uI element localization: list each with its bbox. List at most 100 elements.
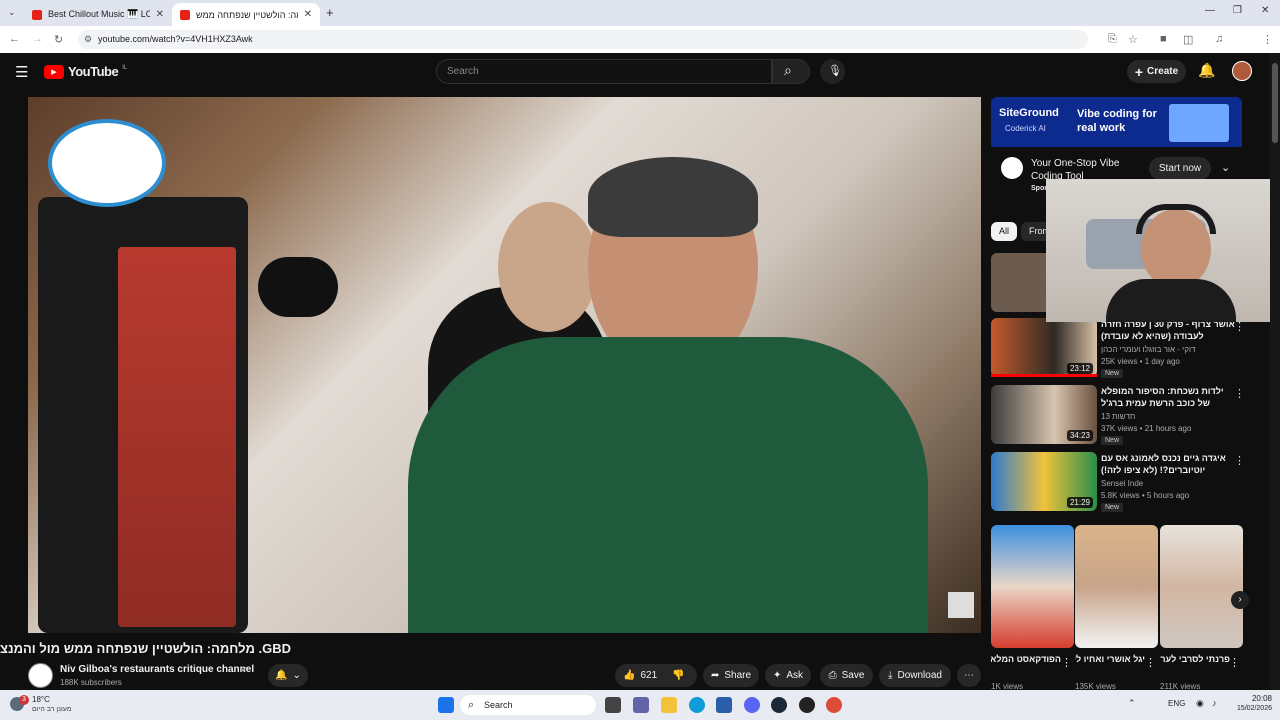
close-tab-icon[interactable]: ✕ <box>304 9 312 20</box>
black-glove <box>258 257 338 317</box>
voice-search-button[interactable]: 🎙 <box>820 59 845 84</box>
dislike-button[interactable]: 👎 <box>672 670 684 681</box>
ad-banner[interactable]: SiteGround Coderick AI Vibe coding for r… <box>991 97 1242 147</box>
volume-icon[interactable]: ♪ <box>1212 698 1217 708</box>
subscribe-bell-button[interactable]: 🔔 ⌄ <box>268 664 308 687</box>
headphones-icon <box>1136 204 1216 234</box>
ad-cta-label: Start now <box>1158 163 1202 174</box>
ad-image <box>1169 104 1229 142</box>
recommendation-item[interactable]: 34:23 ילדות נשכחת: הסיפור המופלא של כוכב… <box>991 385 1249 447</box>
short-title[interactable]: יגל אושרי ואחיו לירן אושרי <box>1075 654 1145 664</box>
clock-time[interactable]: 20:08 <box>1222 694 1272 703</box>
more-options-icon[interactable]: ⋮ <box>1234 454 1245 467</box>
recommendation-channel[interactable]: חדשות 13 <box>1101 412 1135 421</box>
recommendation-item[interactable]: 21:29 איגדה גיים נכנס לאמונג אס עם יוטיו… <box>991 452 1249 514</box>
chip-all[interactable]: All <box>991 222 1018 241</box>
download-icon: ⤓ <box>888 670 893 681</box>
hamburger-menu-icon[interactable]: ☰ <box>15 63 28 81</box>
channel-row: Niv Gilboa's restaurants critique channe… <box>28 661 981 691</box>
extension-icon[interactable]: ■ <box>1160 33 1167 45</box>
scrollbar-thumb[interactable] <box>1272 63 1278 143</box>
more-options-icon[interactable]: ⋮ <box>1145 656 1156 669</box>
chrome-icon[interactable] <box>826 697 842 713</box>
recommendation-item[interactable]: 23:12 אושר צרוף - פרק 30 | עפרה חזרה לעב… <box>991 318 1249 380</box>
bookmark-star-icon[interactable]: ☆ <box>1128 33 1138 46</box>
region-code: IL <box>122 64 128 71</box>
short-title[interactable]: פרנתי לסרבי לערוץ בשביל <box>1160 654 1230 664</box>
url-field[interactable]: ⚙ youtube.com/watch?v=4VH1HXZ3Awk <box>78 30 1088 49</box>
recommendation-thumbnail[interactable] <box>991 253 1046 312</box>
taskbar-search[interactable]: ⌕ Search <box>460 695 596 715</box>
more-options-icon[interactable]: ⋮ <box>1061 656 1072 669</box>
chevron-down-icon[interactable]: ⌄ <box>1221 161 1230 174</box>
app-icon[interactable] <box>799 697 815 713</box>
ask-button[interactable]: ✦ Ask <box>765 664 811 687</box>
video-player[interactable] <box>28 97 981 633</box>
recommendation-thumbnail[interactable]: 23:12 <box>991 318 1097 377</box>
recommendation-meta: 5.8K views • 5 hours ago <box>1101 491 1190 500</box>
shorts-next-button[interactable]: › <box>1231 591 1249 609</box>
edge-icon[interactable] <box>689 697 705 713</box>
search-input[interactable]: Search <box>436 59 772 84</box>
task-view-icon[interactable] <box>605 697 621 713</box>
ad-cta-button[interactable]: Start now <box>1149 157 1211 180</box>
teams-icon[interactable] <box>633 697 649 713</box>
share-button[interactable]: ➦ Share <box>703 664 759 687</box>
clock-date[interactable]: 15/02/2026 <box>1222 705 1272 712</box>
maximize-icon[interactable]: ❐ <box>1233 5 1242 16</box>
new-tab-icon[interactable]: + <box>326 5 334 20</box>
subscriber-count: 188K subscribers <box>60 678 122 687</box>
browser-menu-icon[interactable]: ⋮ <box>1262 33 1273 46</box>
install-icon[interactable]: ⎘ <box>1108 33 1117 46</box>
discord-icon[interactable] <box>744 697 760 713</box>
site-info-icon[interactable]: ⚙ <box>84 30 92 49</box>
store-icon[interactable] <box>716 697 732 713</box>
taskbar-search-label: Search <box>484 700 513 710</box>
recommendation-title[interactable]: ילדות נשכחת: הסיפור המופלא של כוכב הרשת … <box>1101 385 1235 409</box>
youtube-logo[interactable]: ▶ YouTube IL <box>44 64 127 79</box>
recommendation-title[interactable]: איגדה גיים נכנס לאמונג אס עם יוטיוברים?!… <box>1101 452 1235 476</box>
steam-icon[interactable] <box>771 697 787 713</box>
more-options-icon[interactable]: ⋮ <box>1229 656 1240 669</box>
minimize-icon[interactable]: — <box>1205 5 1215 16</box>
reload-icon[interactable]: ↻ <box>54 33 63 46</box>
recommendation-thumbnail[interactable]: 21:29 <box>991 452 1097 511</box>
search-button[interactable]: ⌕ <box>772 59 810 84</box>
youtube-play-icon: ▶ <box>44 64 64 79</box>
windows-start-icon[interactable] <box>438 697 454 713</box>
wifi-icon[interactable]: ◉ <box>1196 698 1204 709</box>
short-title[interactable]: הפודקאסט המלא בתיאור <box>991 654 1061 664</box>
recommendation-channel[interactable]: דוקי - אור בוזגלו ועומרי הכהן <box>1101 345 1195 354</box>
short-thumbnail[interactable] <box>1160 525 1243 648</box>
close-tab-icon[interactable]: ✕ <box>156 9 164 20</box>
tab-chillout[interactable]: Best Chillout Music 🎹 LOUNGE ✕ <box>24 3 172 26</box>
recommendation-thumbnail[interactable]: 34:23 <box>991 385 1097 444</box>
more-options-icon[interactable]: ⋮ <box>1234 387 1245 400</box>
more-actions-button[interactable]: ⋯ <box>957 664 981 687</box>
channel-name[interactable]: Niv Gilboa's restaurants critique channe… <box>60 664 254 675</box>
back-icon[interactable]: ← <box>9 33 20 45</box>
channel-avatar[interactable] <box>28 663 53 688</box>
download-button[interactable]: ⤓ Download <box>879 664 951 687</box>
channel-watermark[interactable] <box>948 592 974 618</box>
like-button[interactable]: 👍 621 <box>623 670 657 681</box>
notifications-bell-icon[interactable]: 🔔 <box>1198 62 1215 79</box>
ad-brand: SiteGround <box>999 107 1059 119</box>
chevron-up-icon[interactable]: ⌃ <box>1128 698 1136 709</box>
create-button[interactable]: + Create <box>1127 60 1186 83</box>
extensions-puzzle-icon[interactable]: ◫ <box>1183 33 1193 46</box>
short-thumbnail[interactable] <box>991 525 1074 648</box>
close-window-icon[interactable]: ✕ <box>1261 5 1269 16</box>
tab-search-icon[interactable]: ⌄ <box>8 7 16 18</box>
short-thumbnail[interactable] <box>1075 525 1158 648</box>
account-avatar[interactable] <box>1232 61 1252 81</box>
recommendation-channel[interactable]: Sensei Inde <box>1101 479 1143 488</box>
tab-active-video[interactable]: מלחמה: הולשטיין שנפתחה ממש ✕ <box>172 3 320 26</box>
media-icon[interactable]: ♫ <box>1215 33 1223 45</box>
forward-icon[interactable]: → <box>32 33 43 45</box>
page-scrollbar[interactable] <box>1270 53 1280 690</box>
file-explorer-icon[interactable] <box>661 697 677 713</box>
weather-temp: 18°C <box>32 695 50 704</box>
language-indicator[interactable]: ENG <box>1168 699 1185 708</box>
save-button[interactable]: ⎙ Save <box>820 664 873 687</box>
